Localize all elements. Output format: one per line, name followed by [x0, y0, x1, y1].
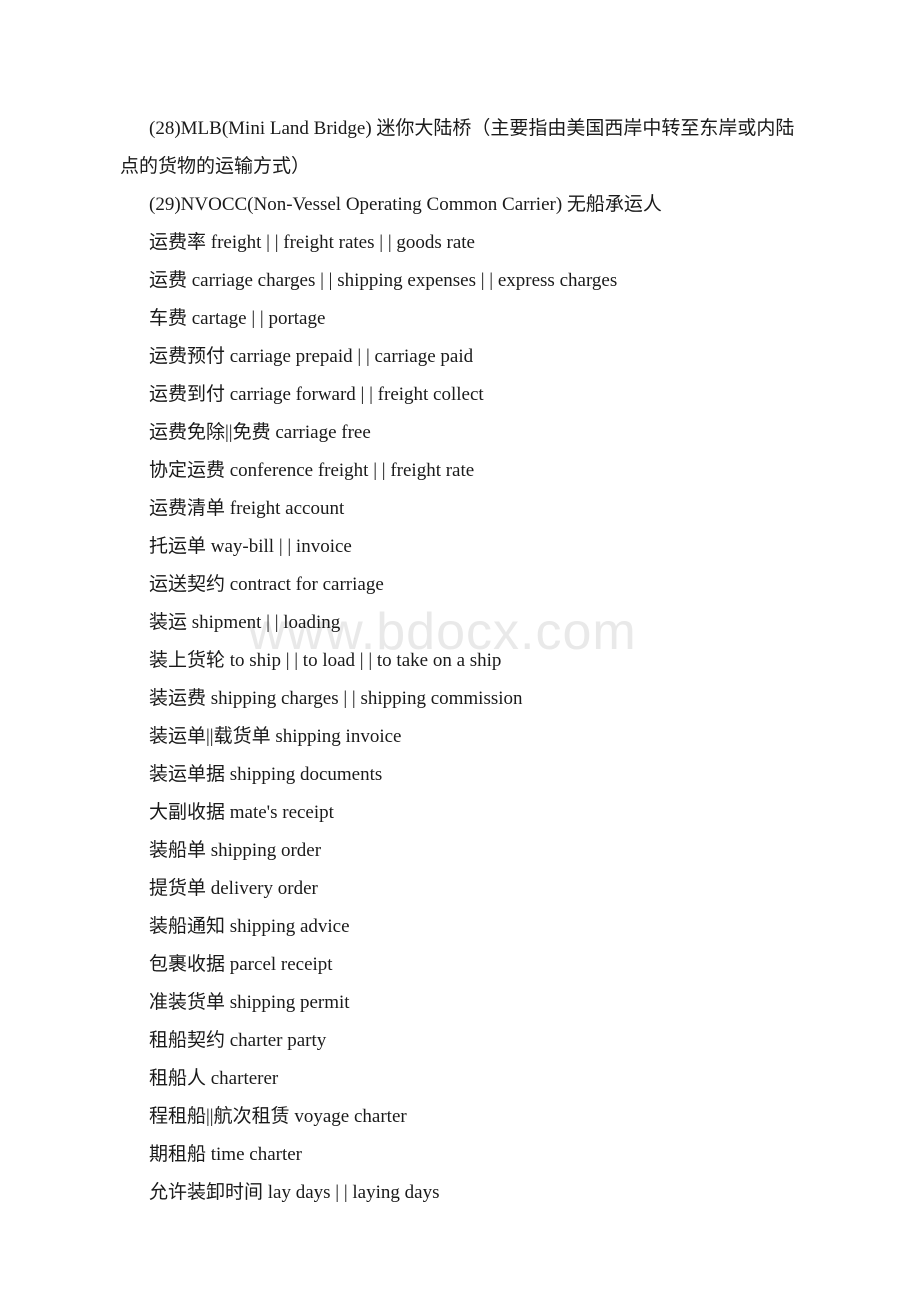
- glossary-paragraph: 租船人 charterer: [149, 1068, 279, 1089]
- document-body: (28)MLB(Mini Land Bridge) 迷你大陆桥（主要指由美国西岸…: [0, 0, 920, 1212]
- glossary-paragraph: (29)NVOCC(Non-Vessel Operating Common Ca…: [149, 194, 662, 215]
- glossary-paragraph: 租船契约 charter party: [149, 1030, 327, 1051]
- glossary-paragraph: 提货单 delivery order: [149, 878, 318, 899]
- glossary-paragraph: 协定运费 conference freight | | freight rate: [149, 460, 475, 481]
- glossary-paragraph: 运费预付 carriage prepaid | | carriage paid: [149, 346, 474, 367]
- glossary-paragraph: 装船通知 shipping advice: [149, 916, 350, 937]
- glossary-paragraph: 车费 cartage | | portage: [149, 308, 326, 329]
- glossary-paragraph: 程租船||航次租赁 voyage charter: [149, 1106, 407, 1127]
- glossary-paragraph: 期租船 time charter: [149, 1144, 303, 1165]
- glossary-paragraph: 允许装卸时间 lay days | | laying days: [149, 1182, 440, 1203]
- glossary-paragraph: 准装货单 shipping permit: [149, 992, 350, 1013]
- glossary-paragraph: 包裹收据 parcel receipt: [149, 954, 333, 975]
- glossary-paragraph: 装上货轮 to ship | | to load | | to take on …: [149, 650, 502, 671]
- glossary-paragraph: 运费免除||免费 carriage free: [149, 422, 371, 443]
- glossary-paragraph: 运费到付 carriage forward | | freight collec…: [149, 384, 484, 405]
- glossary-paragraph: 大副收据 mate's receipt: [149, 802, 334, 823]
- glossary-paragraph: 装运单据 shipping documents: [149, 764, 383, 785]
- glossary-paragraph: 运费 carriage charges | | shipping expense…: [149, 270, 618, 291]
- glossary-paragraph: 运送契约 contract for carriage: [149, 574, 384, 595]
- glossary-paragraph: 装运费 shipping charges | | shipping commis…: [149, 688, 523, 709]
- glossary-paragraph: 装船单 shipping order: [149, 840, 322, 861]
- glossary-paragraph: 装运单||载货单 shipping invoice: [149, 726, 402, 747]
- glossary-paragraph: 托运单 way-bill | | invoice: [149, 536, 352, 557]
- glossary-paragraph: 运费率 freight | | freight rates | | goods …: [149, 232, 475, 253]
- glossary-paragraph: (28)MLB(Mini Land Bridge) 迷你大陆桥（主要指由美国西岸…: [120, 118, 795, 177]
- document-page: www.bdocx.com (28)MLB(Mini Land Bridge) …: [0, 0, 920, 1302]
- glossary-paragraph: 运费清单 freight account: [149, 498, 345, 519]
- glossary-paragraph: 装运 shipment | | loading: [149, 612, 341, 633]
